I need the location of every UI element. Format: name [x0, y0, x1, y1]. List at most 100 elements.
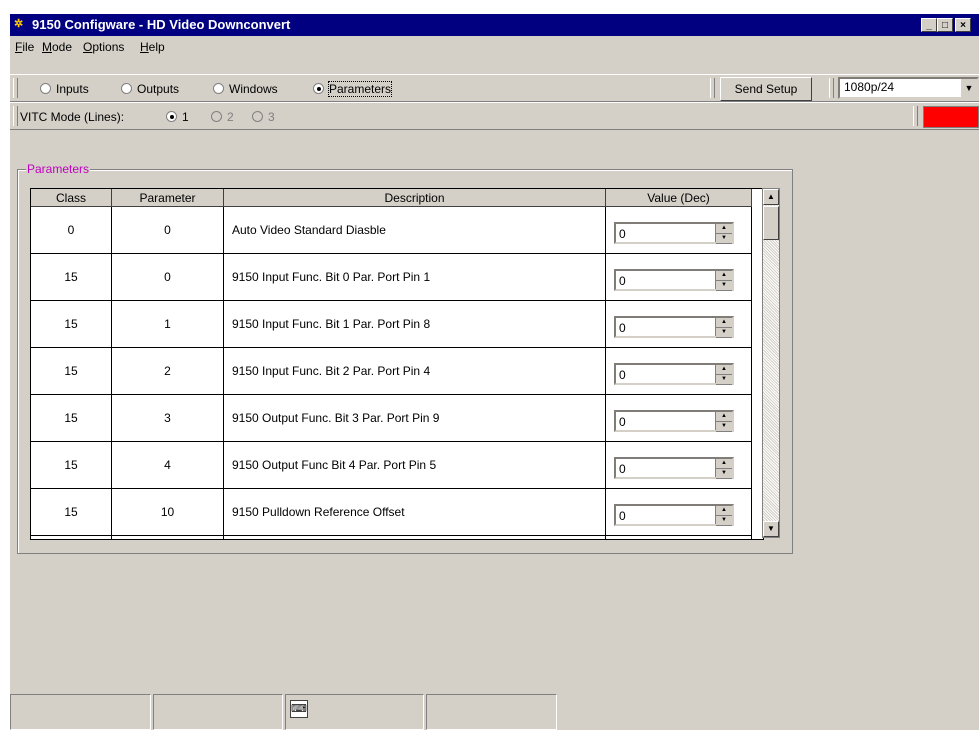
- cell-description: 9150 Output Func Bit 4 Par. Port Pin 5: [223, 441, 606, 489]
- cell-value: 0 ▲▼: [605, 300, 752, 348]
- value-spinner[interactable]: 0 ▲ ▼: [614, 409, 734, 432]
- app-icon[interactable]: ✲: [14, 17, 28, 31]
- cell-description: 9150 Input Func. Bit 1 Par. Port Pin 8: [223, 300, 606, 348]
- toolbar-grip[interactable]: [913, 106, 918, 126]
- spin-up-icon[interactable]: ▲: [716, 459, 732, 469]
- menu-mode[interactable]: Mode: [42, 40, 72, 54]
- value-spinner[interactable]: 0 ▲ ▼: [614, 268, 734, 291]
- scroll-down-icon[interactable]: ▼: [763, 521, 779, 537]
- column-header-value[interactable]: Value (Dec): [605, 189, 752, 207]
- status-indicator: [923, 106, 979, 128]
- spinner-buttons[interactable]: ▲ ▼: [715, 223, 732, 244]
- spinner-buttons[interactable]: ▲ ▼: [715, 317, 732, 338]
- scroll-thumb[interactable]: [763, 206, 779, 240]
- spinner-buttons[interactable]: ▲ ▼: [715, 270, 732, 291]
- cell-value: 0▲▼: [605, 535, 752, 539]
- cell-description: 9150 Input Func. Bit 0 Par. Port Pin 1: [223, 253, 606, 301]
- view-toolbar: Inputs Outputs Windows Parameters Send S…: [10, 74, 979, 102]
- spinner-buttons[interactable]: ▲ ▼: [715, 505, 732, 526]
- cell-parameter: 3: [111, 394, 224, 442]
- title-bar[interactable]: ✲ 9150 Configware - HD Video Downconvert…: [10, 14, 979, 36]
- table-row[interactable]: 15 2 9150 Input Func. Bit 2 Par. Port Pin …: [31, 347, 752, 395]
- radio-dot: [40, 83, 51, 94]
- column-header-class[interactable]: Class: [31, 189, 112, 207]
- spinner-buttons[interactable]: ▲ ▼: [715, 458, 732, 479]
- radio-dot: [213, 83, 224, 94]
- scroll-up-icon[interactable]: ▲: [763, 189, 779, 205]
- value-input[interactable]: 0: [619, 509, 626, 523]
- table-row[interactable]: 15119150 Output Video Offset0▲▼: [31, 535, 752, 539]
- spin-down-icon[interactable]: ▼: [716, 281, 732, 291]
- cell-class: 15: [31, 441, 112, 489]
- spin-down-icon[interactable]: ▼: [716, 234, 732, 244]
- spin-up-icon[interactable]: ▲: [716, 412, 732, 422]
- spin-down-icon[interactable]: ▼: [716, 328, 732, 338]
- cell-value: 0 ▲▼: [605, 253, 752, 301]
- column-header-description[interactable]: Description: [223, 189, 606, 207]
- spinner-buttons[interactable]: ▲ ▼: [715, 364, 732, 385]
- cell-value: 0 ▲▼: [605, 394, 752, 442]
- value-spinner[interactable]: 0 ▲ ▼: [614, 221, 734, 244]
- grid-vertical-scrollbar[interactable]: ▲ ▼: [762, 188, 780, 538]
- value-input[interactable]: 0: [619, 321, 626, 335]
- format-select[interactable]: 1080p/24 ▼: [838, 77, 979, 99]
- value-input[interactable]: 0: [619, 274, 626, 288]
- value-spinner[interactable]: 0 ▲ ▼: [614, 503, 734, 526]
- column-header-parameter[interactable]: Parameter: [111, 189, 224, 207]
- table-row[interactable]: 15 10 9150 Pulldown Reference Offset 0 ▲ ▼: [31, 488, 752, 536]
- spin-up-icon[interactable]: ▲: [716, 224, 732, 234]
- table-row[interactable]: 15 0 9150 Input Func. Bit 0 Par. Port Pin …: [31, 253, 752, 301]
- toolbar-grip[interactable]: [710, 78, 715, 98]
- menu-file[interactable]: File: [15, 40, 34, 54]
- minimize-button[interactable]: _: [921, 18, 937, 32]
- radio-dot: [252, 111, 263, 122]
- menu-bar: File Mode Options Help: [10, 36, 979, 56]
- value-input[interactable]: 0: [619, 462, 626, 476]
- radio-parameters[interactable]: Parameters: [313, 81, 393, 97]
- spin-down-icon[interactable]: ▼: [716, 422, 732, 432]
- toolbar-grip[interactable]: [13, 78, 18, 98]
- menu-options[interactable]: Options: [83, 40, 124, 54]
- spin-down-icon[interactable]: ▼: [716, 516, 732, 526]
- send-setup-button[interactable]: Send Setup: [720, 77, 812, 101]
- radio-vitc-2[interactable]: 2: [211, 110, 234, 124]
- cell-value: 0 ▲▼: [605, 206, 752, 254]
- cell-class: 15: [31, 488, 112, 536]
- radio-windows[interactable]: Windows: [213, 82, 278, 96]
- spin-up-icon[interactable]: ▲: [716, 506, 732, 516]
- spinner-buttons[interactable]: ▲ ▼: [715, 411, 732, 432]
- table-row[interactable]: 15 4 9150 Output Func Bit 4 Par. Port Pin …: [31, 441, 752, 489]
- value-spinner[interactable]: 0 ▲ ▼: [614, 456, 734, 479]
- table-row[interactable]: 15 1 9150 Input Func. Bit 1 Par. Port Pin …: [31, 300, 752, 348]
- value-spinner[interactable]: 0 ▲ ▼: [614, 315, 734, 338]
- maximize-button[interactable]: □: [937, 18, 953, 32]
- cell-class: 15: [31, 253, 112, 301]
- table-row[interactable]: 15 3 9150 Output Func. Bit 3 Par. Port Pin…: [31, 394, 752, 442]
- spin-up-icon[interactable]: ▲: [716, 271, 732, 281]
- toolbar-grip[interactable]: [829, 78, 834, 98]
- value-spinner[interactable]: 0 ▲ ▼: [614, 362, 734, 385]
- radio-vitc-3[interactable]: 3: [252, 110, 275, 124]
- cell-parameter: 0: [111, 206, 224, 254]
- close-button[interactable]: ×: [955, 18, 971, 32]
- spin-down-icon[interactable]: ▼: [716, 469, 732, 479]
- vitc-toolbar: VITC Mode (Lines): 1 2 3: [10, 102, 979, 130]
- parameters-table: Class Parameter Description Value (Dec) …: [31, 189, 752, 539]
- menu-help[interactable]: Help: [140, 40, 165, 54]
- value-input[interactable]: 0: [619, 368, 626, 382]
- cell-description: 9150 Output Func. Bit 3 Par. Port Pin 9: [223, 394, 606, 442]
- toolbar-grip[interactable]: [13, 106, 18, 126]
- radio-inputs[interactable]: Inputs: [40, 82, 89, 96]
- cell-class: 15: [31, 535, 112, 539]
- table-row[interactable]: 0 0 Auto Video Standard Diasble 0 ▲ ▼: [31, 206, 752, 254]
- spin-up-icon[interactable]: ▲: [716, 365, 732, 375]
- radio-outputs[interactable]: Outputs: [121, 82, 179, 96]
- spin-up-icon[interactable]: ▲: [716, 318, 732, 328]
- chevron-down-icon[interactable]: ▼: [960, 79, 977, 97]
- cell-value: 0 ▲▼: [605, 347, 752, 395]
- value-input[interactable]: 0: [619, 227, 626, 241]
- spin-down-icon[interactable]: ▼: [716, 375, 732, 385]
- radio-vitc-1[interactable]: 1: [166, 110, 189, 124]
- value-input[interactable]: 0: [619, 415, 626, 429]
- status-panel: [426, 694, 557, 730]
